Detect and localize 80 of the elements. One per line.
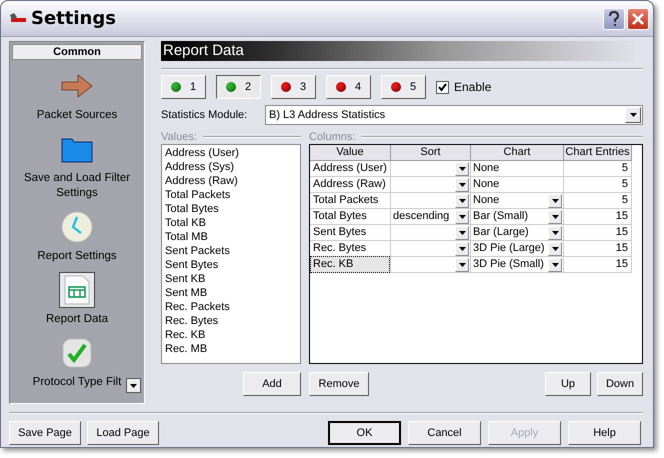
table-cell[interactable]: 3D Pie (Large) (471, 241, 548, 256)
list-item[interactable]: Rec. Bytes (165, 314, 297, 328)
slot-button[interactable]: 4 (326, 75, 371, 99)
list-item[interactable]: Address (User) (165, 146, 297, 160)
arrow-icon (60, 73, 94, 99)
sidebar-header: Common (12, 44, 142, 60)
table-cell[interactable]: None (471, 193, 548, 208)
group-label: Columns: (309, 131, 356, 143)
caret-icon (630, 113, 636, 117)
footer-button[interactable]: Load Page (87, 421, 159, 445)
table-cell: 5 (564, 193, 632, 209)
scroll-down-button[interactable] (126, 378, 141, 393)
list-item[interactable]: Rec. MB (165, 342, 297, 356)
question-mark-icon (608, 10, 620, 26)
caret-icon (130, 384, 137, 388)
table-cell[interactable]: Address (User) (310, 160, 390, 177)
column-header[interactable]: Value (310, 145, 391, 161)
list-item[interactable]: Sent MB (165, 286, 297, 300)
column-header[interactable]: Chart (471, 145, 564, 161)
dialog-button[interactable]: Cancel (408, 421, 481, 445)
table-cell: 15 (564, 241, 632, 257)
slot-button[interactable]: 5 (381, 75, 426, 99)
list-item[interactable]: Total MB (165, 230, 297, 244)
column-header[interactable]: Chart Entries (564, 145, 632, 161)
page-title: Report Data (161, 41, 635, 61)
table-cell[interactable]: Address (Raw) (310, 176, 390, 193)
up-button[interactable]: Up (545, 372, 591, 396)
down-button[interactable]: Down (597, 372, 643, 396)
table-cell[interactable]: None (471, 161, 563, 176)
list-item[interactable]: Address (Raw) (165, 174, 297, 188)
close-icon (631, 12, 645, 26)
window-title: Settings (31, 8, 116, 29)
remove-button[interactable]: Remove (309, 372, 369, 396)
table-icon (64, 275, 90, 305)
column-header[interactable]: Sort (391, 145, 471, 161)
clock-icon (61, 211, 93, 243)
slot-button[interactable]: 3 (271, 75, 316, 99)
table-cell[interactable]: 3D Pie (Small) (471, 257, 548, 272)
table-cell[interactable]: Rec. Bytes (310, 240, 390, 257)
enable-checkbox[interactable]: Enable (436, 80, 492, 94)
add-button[interactable]: Add (243, 372, 301, 396)
table-cell: 5 (564, 161, 632, 177)
footer-button[interactable]: Save Page (9, 421, 81, 445)
sidebar-item[interactable]: Packet Sources (12, 68, 142, 123)
table-cell: 15 (564, 257, 632, 273)
table-cell[interactable]: Bar (Small) (471, 209, 548, 224)
checkmark-icon (62, 338, 92, 368)
table-cell[interactable]: None (471, 177, 563, 192)
group-label: Values: (161, 131, 197, 143)
table-cell[interactable]: Sent Bytes (310, 224, 390, 241)
close-button[interactable] (627, 8, 649, 30)
table-cell[interactable]: Bar (Large) (471, 225, 548, 240)
dialog-button[interactable]: Help (568, 421, 641, 445)
checkmark-icon (438, 82, 447, 92)
list-item[interactable]: Address (Sys) (165, 160, 297, 174)
table-cell: 15 (564, 209, 632, 225)
help-button[interactable] (603, 8, 625, 30)
list-item[interactable]: Rec. KB (165, 328, 297, 342)
list-item[interactable]: Rec. Packets (165, 300, 297, 314)
table-cell: 5 (564, 177, 632, 193)
table-cell[interactable]: Total Packets (310, 192, 390, 209)
list-item[interactable]: Total Bytes (165, 202, 297, 216)
dialog-button[interactable]: OK (328, 421, 401, 445)
table-cell: 15 (564, 225, 632, 241)
sidebar-item[interactable]: Report Data (12, 272, 142, 327)
slot-button[interactable]: 1 (161, 75, 206, 99)
list-item[interactable]: Total Packets (165, 188, 297, 202)
table-cell[interactable]: Total Bytes (310, 208, 390, 225)
slot-button[interactable]: 2 (216, 75, 261, 99)
table-cell[interactable]: descending (391, 209, 455, 224)
list-item[interactable]: Sent KB (165, 272, 297, 286)
module-dropdown[interactable]: B) L3 Address Statistics (265, 105, 643, 125)
list-item[interactable]: Sent Packets (165, 244, 297, 258)
sidebar-item[interactable]: Save and Load Filter Settings (12, 131, 142, 201)
table-cell[interactable]: Rec. KB (310, 256, 390, 273)
sidebar-item[interactable]: Protocol Type Filt (12, 335, 142, 390)
sidebar-item[interactable]: Report Settings (12, 209, 142, 264)
list-item[interactable]: Total KB (165, 216, 297, 230)
field-label: Statistics Module: (161, 109, 248, 121)
list-item[interactable]: Sent Bytes (165, 258, 297, 272)
